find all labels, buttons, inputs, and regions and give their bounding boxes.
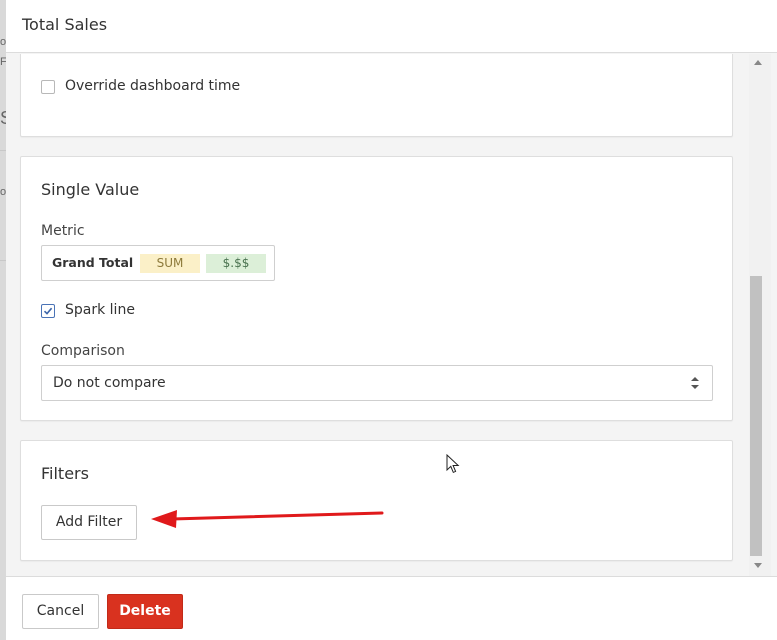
mouse-pointer-icon	[446, 454, 460, 474]
spark-line-checkbox[interactable]	[41, 304, 55, 318]
spark-line-label[interactable]: Spark line	[65, 302, 135, 318]
edit-widget-modal: Total Sales Override dashboard time Sing…	[6, 0, 777, 640]
single-value-card: Single Value Metric Grand Total SUM $.$$…	[20, 156, 733, 421]
time-settings-card: Override dashboard time	[20, 54, 733, 137]
modal-body: Override dashboard time Single Value Met…	[6, 54, 777, 576]
delete-button[interactable]: Delete	[107, 594, 183, 629]
aggregation-tag[interactable]: SUM	[140, 254, 200, 273]
scroll-up-icon[interactable]	[754, 60, 762, 65]
checkmark-icon	[43, 307, 53, 315]
up-down-chevron-icon	[691, 377, 699, 389]
metric-label: Metric	[41, 223, 85, 239]
override-time-checkbox[interactable]	[41, 80, 55, 94]
single-value-title: Single Value	[41, 180, 140, 199]
modal-header: Total Sales	[6, 0, 777, 53]
filters-card: Filters Add Filter	[20, 440, 733, 561]
comparison-label: Comparison	[41, 343, 125, 359]
filters-title: Filters	[41, 464, 89, 483]
scroll-down-icon[interactable]	[754, 563, 762, 568]
comparison-value: Do not compare	[53, 375, 166, 391]
add-filter-button[interactable]: Add Filter	[41, 505, 137, 540]
scroll-thumb[interactable]	[750, 276, 762, 556]
cancel-button[interactable]: Cancel	[22, 594, 99, 629]
modal-title: Total Sales	[22, 15, 108, 34]
metric-name: Grand Total	[52, 255, 134, 270]
metric-selector[interactable]: Grand Total SUM $.$$	[41, 245, 275, 281]
format-tag[interactable]: $.$$	[206, 254, 266, 273]
comparison-select[interactable]: Do not compare	[41, 365, 713, 401]
override-time-label[interactable]: Override dashboard time	[65, 78, 240, 94]
modal-scrollbar[interactable]	[749, 54, 771, 576]
modal-footer: Cancel Delete	[6, 576, 777, 640]
